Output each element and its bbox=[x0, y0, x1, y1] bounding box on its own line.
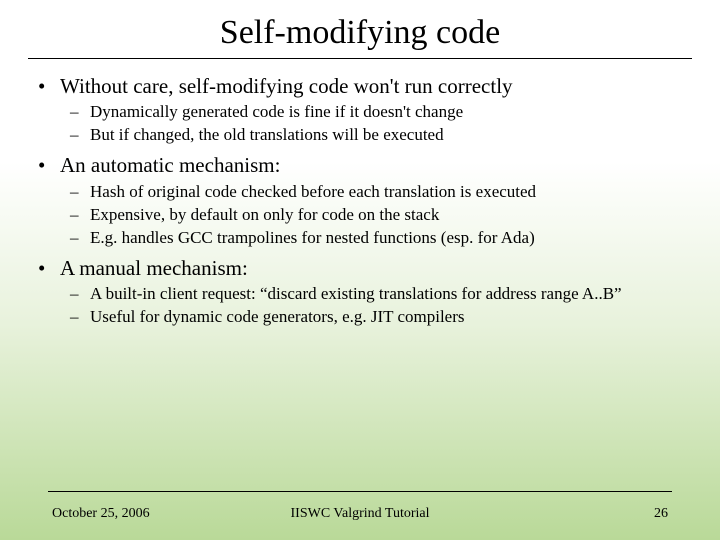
sub-bullet-item: Hash of original code checked before eac… bbox=[90, 181, 688, 203]
footer-page-number: 26 bbox=[654, 506, 668, 522]
slide-footer: October 25, 2006 IISWC Valgrind Tutorial… bbox=[0, 506, 720, 522]
footer-date: October 25, 2006 bbox=[52, 506, 150, 522]
sub-bullet-item: A built-in client request: “discard exis… bbox=[90, 283, 688, 305]
footer-center: IISWC Valgrind Tutorial bbox=[291, 506, 430, 522]
sub-bullet-item: Useful for dynamic code generators, e.g.… bbox=[90, 306, 688, 328]
slide-body: Without care, self-modifying code won't … bbox=[0, 73, 720, 328]
sub-bullet-item: Dynamically generated code is fine if it… bbox=[90, 101, 688, 123]
bullet-item: A manual mechanism: A built-in client re… bbox=[60, 255, 688, 328]
bullet-text: Without care, self-modifying code won't … bbox=[60, 74, 513, 98]
sub-bullet-item: But if changed, the old translations wil… bbox=[90, 124, 688, 146]
bullet-text: A manual mechanism: bbox=[60, 256, 248, 280]
bullet-item: An automatic mechanism: Hash of original… bbox=[60, 152, 688, 249]
slide-title: Self-modifying code bbox=[0, 0, 720, 58]
sub-bullet-item: Expensive, by default on only for code o… bbox=[90, 204, 688, 226]
title-underline bbox=[28, 58, 692, 59]
bullet-text: An automatic mechanism: bbox=[60, 153, 280, 177]
sub-bullet-item: E.g. handles GCC trampolines for nested … bbox=[90, 227, 688, 249]
footer-rule bbox=[48, 491, 672, 492]
bullet-item: Without care, self-modifying code won't … bbox=[60, 73, 688, 146]
